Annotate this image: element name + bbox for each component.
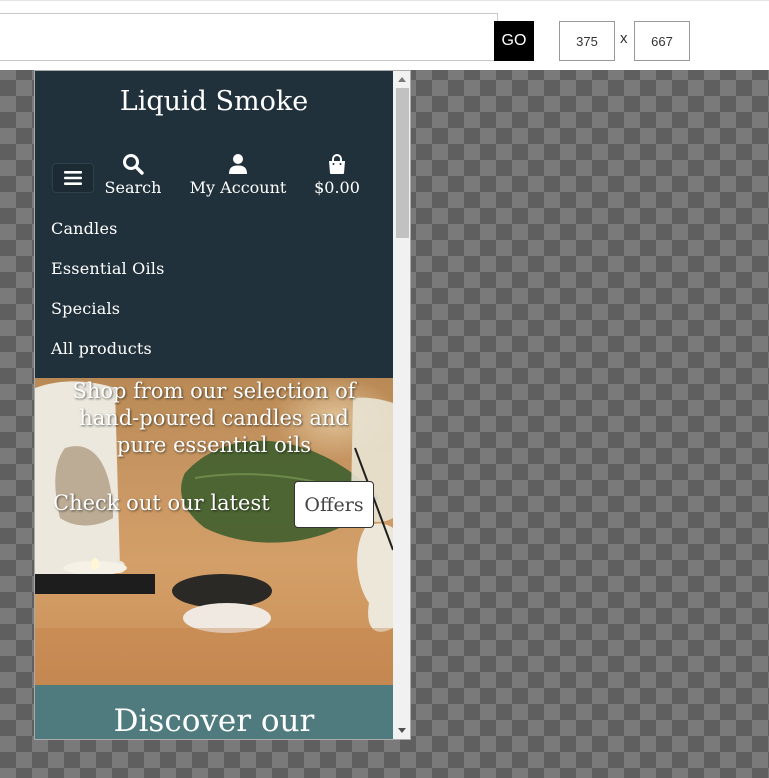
scroll-up-arrow-icon[interactable]	[398, 77, 406, 82]
menu-item-candles[interactable]: Candles	[51, 219, 165, 259]
dimension-separator: x	[620, 30, 628, 47]
menu-item-essential-oils[interactable]: Essential Oils	[51, 259, 165, 299]
go-button[interactable]: GO	[494, 21, 534, 61]
viewport-width-input[interactable]	[559, 21, 615, 61]
hero-cta-text: Check out our latest	[53, 491, 270, 515]
scrollbar[interactable]	[394, 71, 410, 739]
main-menu: Candles Essential Oils Specials All prod…	[51, 219, 165, 379]
scroll-down-arrow-icon[interactable]	[398, 728, 406, 733]
hero-headline-line-2: hand-poured candles and	[79, 406, 349, 430]
hamburger-icon	[64, 171, 82, 185]
device-frame: Liquid Smoke Search My Account $0.00 Can…	[34, 70, 411, 740]
menu-toggle-button[interactable]	[52, 163, 94, 193]
shopping-bag-icon	[329, 154, 345, 174]
discover-title: Discover our	[113, 703, 315, 739]
nav-account[interactable]: My Account	[185, 153, 291, 197]
user-icon	[229, 154, 247, 174]
site-header: Liquid Smoke Search My Account $0.00 Can…	[35, 71, 393, 378]
discover-section: Discover our	[35, 685, 393, 739]
hero-headline: Shop from our selection of hand-poured c…	[35, 378, 393, 459]
viewport-height-input[interactable]	[634, 21, 690, 61]
hero-headline-line-3: pure essential oils	[117, 433, 311, 457]
url-input[interactable]	[0, 13, 498, 61]
nav-bag[interactable]: $0.00	[305, 153, 369, 197]
scrollbar-thumb[interactable]	[396, 88, 409, 238]
nav-search[interactable]: Search	[99, 153, 167, 197]
offers-button[interactable]: Offers	[294, 481, 374, 528]
responsive-tester-toolbar: GO x	[0, 0, 769, 70]
hero-headline-line-1: Shop from our selection of	[72, 379, 356, 403]
menu-item-specials[interactable]: Specials	[51, 299, 165, 339]
menu-item-all-products[interactable]: All products	[51, 339, 165, 379]
bag-total: $0.00	[314, 178, 360, 197]
site-viewport[interactable]: Liquid Smoke Search My Account $0.00 Can…	[35, 71, 393, 739]
nav-account-label: My Account	[189, 178, 287, 197]
brand-title[interactable]: Liquid Smoke	[35, 86, 393, 117]
hero-banner: Shop from our selection of hand-poured c…	[35, 378, 393, 685]
nav-search-label: Search	[104, 178, 162, 197]
search-icon	[123, 154, 144, 175]
